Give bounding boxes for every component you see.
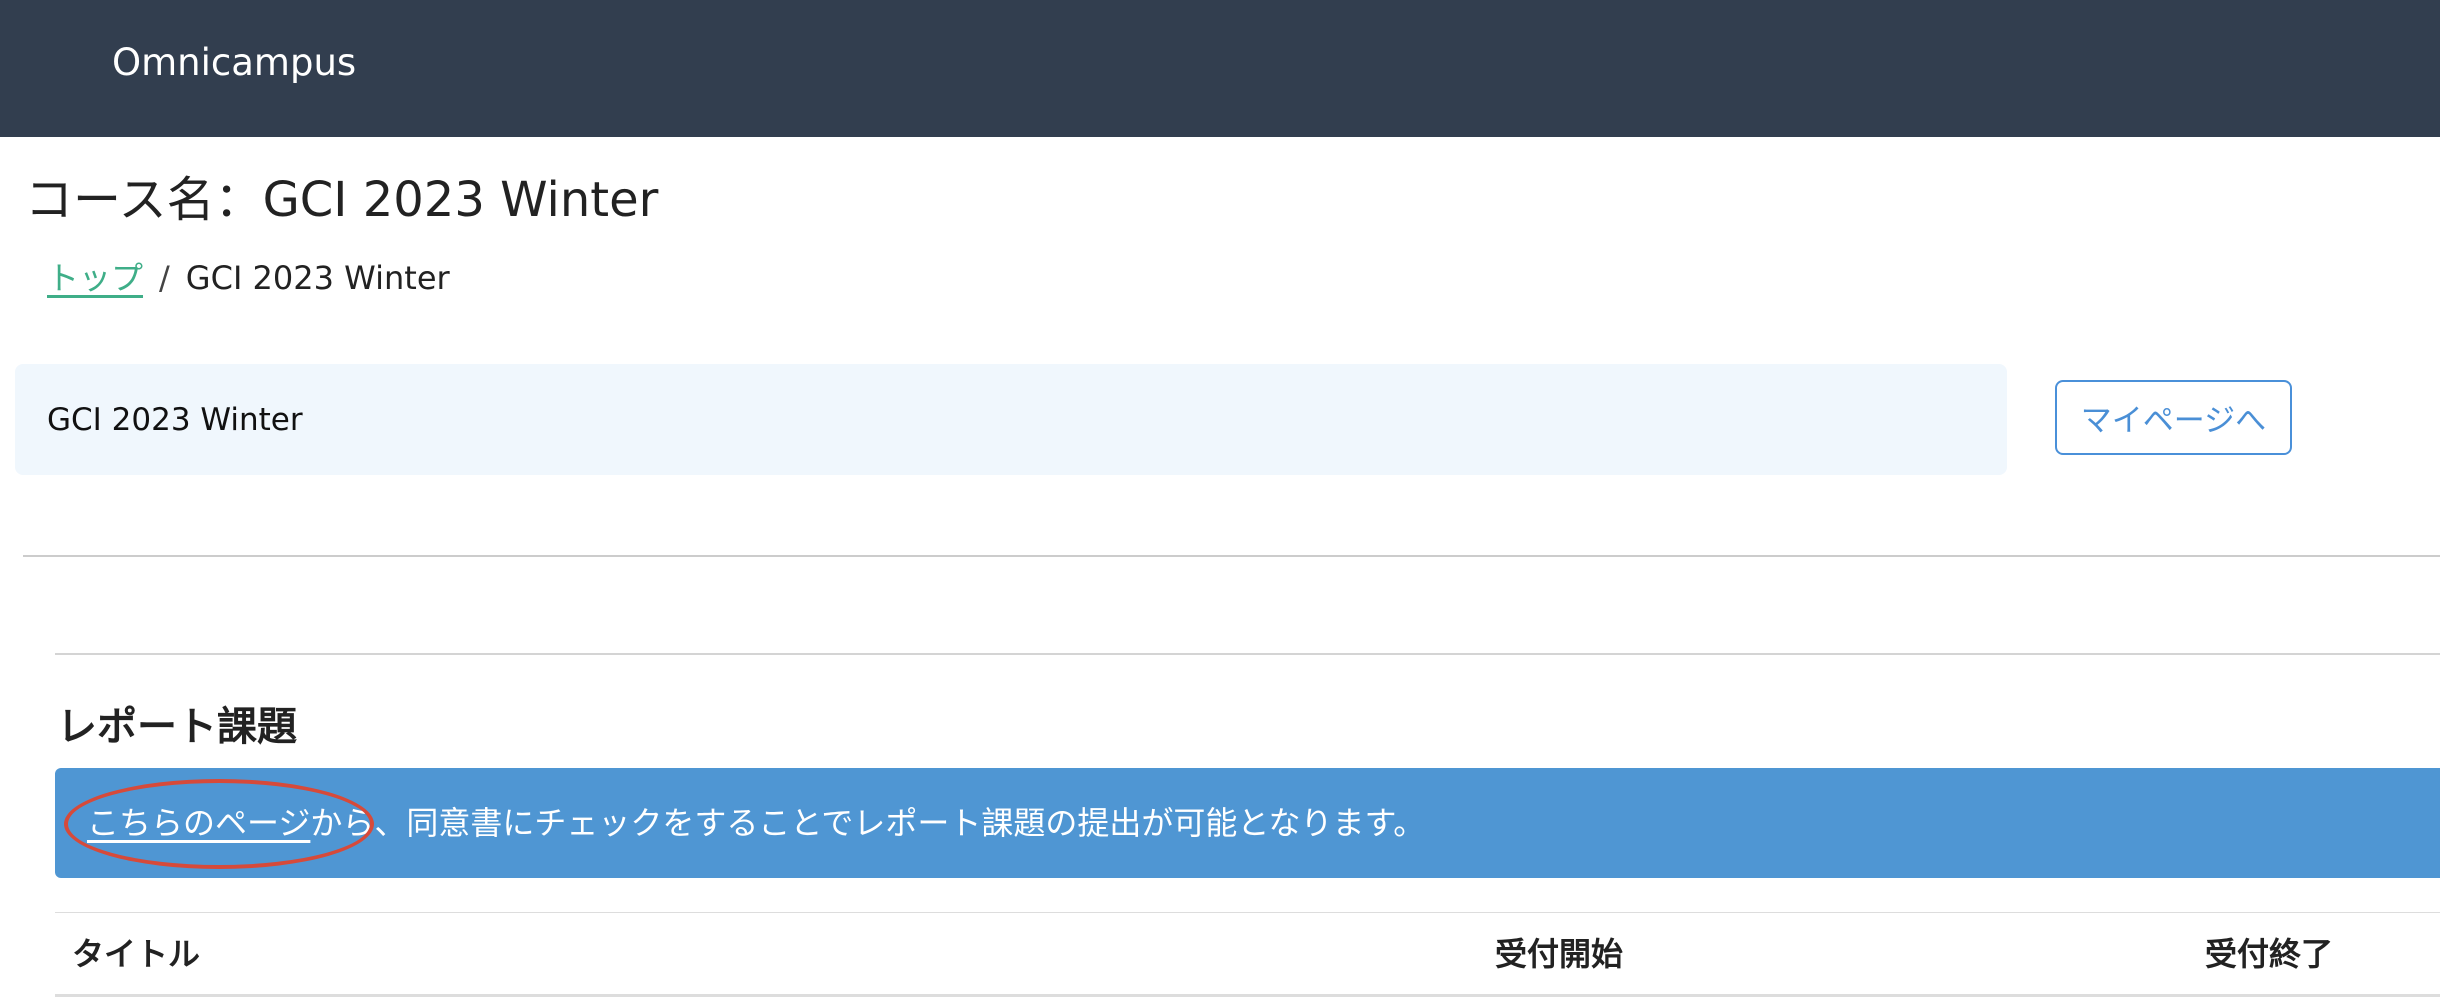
notice-text: こちらのページから、同意書にチェックをすることでレポート課題の提出が可能となりま…	[87, 800, 1425, 846]
page-title: コース名：GCI 2023 Winter	[25, 172, 659, 228]
breadcrumb-home-link[interactable]: トップ	[47, 256, 143, 300]
breadcrumb-current: GCI 2023 Winter	[185, 259, 450, 297]
course-info-box: GCI 2023 Winter	[15, 364, 2007, 475]
brand-logo-link[interactable]: Omnicampus	[112, 38, 356, 88]
column-header-title: タイトル	[72, 935, 201, 973]
section-divider	[55, 653, 2440, 655]
divider	[23, 555, 2440, 557]
report-notice-banner: こちらのページから、同意書にチェックをすることでレポート課題の提出が可能となりま…	[55, 768, 2440, 878]
top-navbar: Omnicampus	[0, 0, 2440, 137]
report-table-header: タイトル 受付開始 受付終了	[55, 913, 2440, 995]
column-header-start: 受付開始	[1495, 935, 1624, 973]
column-header-end: 受付終了	[2205, 935, 2334, 973]
table-header-border	[55, 994, 2440, 997]
notice-rest-text: から、同意書にチェックをすることでレポート課題の提出が可能となります。	[310, 804, 1426, 842]
breadcrumb: トップ / GCI 2023 Winter	[47, 256, 450, 300]
course-name-label: GCI 2023 Winter	[47, 402, 303, 438]
consent-page-link[interactable]: こちらのページ	[87, 804, 310, 842]
mypage-button[interactable]: マイページへ	[2055, 380, 2292, 455]
breadcrumb-separator: /	[159, 259, 170, 297]
report-section-heading: レポート課題	[57, 704, 297, 750]
